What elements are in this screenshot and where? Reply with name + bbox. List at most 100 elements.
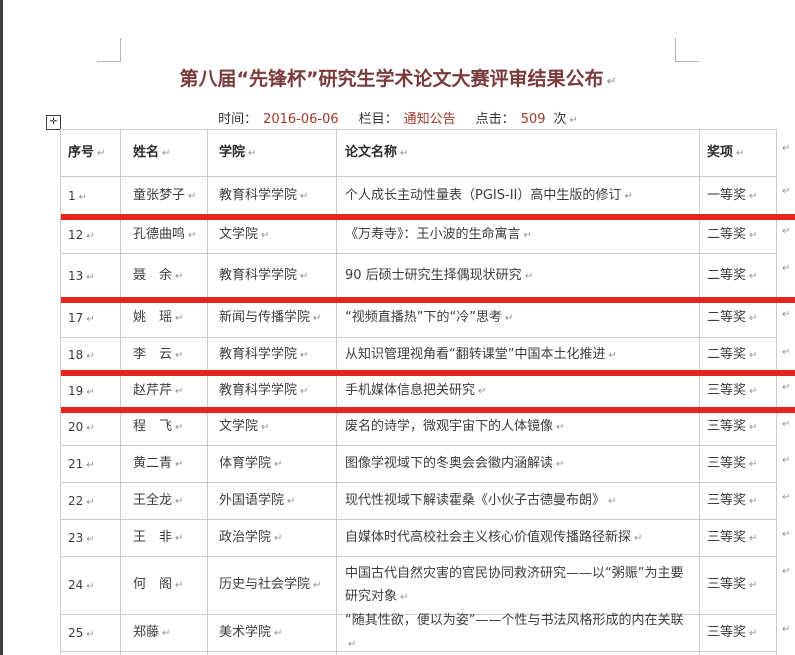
cell-college[interactable]: 美术学院↵ (208, 615, 337, 652)
cell-college[interactable]: 历史与社会学院↵ (208, 557, 337, 615)
table-row: 13↵ 聂 余↵ 教育科学学院↵ 90 后硕士研究生择偶现状研究↵二等奖↵ ↵ (61, 254, 777, 300)
cell-end-mark-icon: ↵ (261, 230, 269, 241)
cell-college[interactable]: 新闻与传播学院↵ (208, 300, 337, 338)
paragraph-mark-icon: ↵ (606, 74, 616, 88)
cell-header-title[interactable]: 论文名称↵ (337, 130, 700, 177)
cell-award[interactable]: 三等奖↵ (700, 446, 777, 483)
cell-name[interactable]: 郑藤↵ (121, 615, 208, 652)
cell-text: 王 非↵ (133, 527, 183, 550)
cell-college[interactable]: 文学院↵ (208, 217, 337, 254)
cell-header-college[interactable]: 学院↵ (208, 130, 337, 177)
cell-end-mark-icon: ↵ (248, 148, 256, 159)
cell-award[interactable]: 三等奖↵ (700, 615, 777, 652)
cell-name[interactable]: 黄二青↵ (121, 446, 208, 483)
cell-no[interactable]: 22↵ (61, 483, 121, 520)
cell-title[interactable]: 从知识管理视角看“翻转课堂”中国本土化推进↵ (337, 338, 700, 373)
cell-college[interactable]: 教育科学学院↵ (208, 373, 337, 410)
cell-end-mark-icon: ↵ (400, 148, 408, 159)
cell-header-name[interactable]: 姓名↵ (121, 130, 208, 177)
cell-award[interactable]: 二等奖↵ (700, 254, 777, 300)
cell-text: 二等奖↵ (707, 224, 757, 247)
cell-text: 废名的诗学，微观宇宙下的人体镜像↵ (345, 416, 564, 439)
cell-title[interactable]: 现代性视域下解读霍桑《小伙子古德曼布朗》↵ (337, 483, 700, 520)
cell-name[interactable]: 童张梦子↵ (121, 177, 208, 217)
cell-text: 三等奖↵ (707, 574, 757, 597)
cell-college[interactable]: 文学院↵ (208, 410, 337, 446)
cell-name[interactable]: 赵芹芹↵ (121, 373, 208, 410)
cell-title[interactable]: 废名的诗学，微观宇宙下的人体镜像↵ (337, 410, 700, 446)
cell-college[interactable]: 体育学院↵ (208, 446, 337, 483)
cell-end-mark-icon: ↵ (188, 230, 196, 241)
cell-no[interactable]: 24↵ (61, 557, 121, 615)
cell-no[interactable]: 20↵ (61, 410, 121, 446)
cell-title[interactable]: 手机媒体信息把关研究↵ (337, 373, 700, 410)
cell-end-mark-icon: ↵ (300, 191, 308, 202)
cell-end-mark-icon: ↵ (274, 459, 282, 470)
cell-header-no[interactable]: 序号↵ (61, 130, 121, 177)
cell-name[interactable]: 何 阁↵ (121, 557, 208, 615)
cell-title[interactable]: 中国古代自然灾害的官民协同救济研究——以“粥赈”为主要研究对象↵ (337, 557, 700, 615)
cell-award[interactable]: 三等奖↵ (700, 557, 777, 615)
cell-end-mark-icon: ↵ (749, 230, 757, 241)
page-left-edge (0, 0, 3, 655)
cell-text: 教育科学学院↵ (219, 265, 308, 288)
meta-clicks-unit: 次 (554, 112, 567, 127)
cell-college[interactable]: 教育科学学院↵ (208, 254, 337, 300)
cell-end-mark-icon: ↵ (634, 533, 642, 544)
cell-title[interactable]: “随其性欲，便以为姿”——个性与书法风格形成的内在关联↵ (337, 615, 700, 652)
cell-award[interactable]: 三等奖↵ (700, 410, 777, 446)
cell-end-mark-icon: ↵ (300, 386, 308, 397)
annotation-underline[interactable] (61, 370, 795, 376)
cell-award[interactable]: 三等奖↵ (700, 483, 777, 520)
cell-no[interactable]: 23↵ (61, 520, 121, 557)
cell-text: 聂 余↵ (133, 265, 183, 288)
annotation-underline[interactable] (61, 297, 795, 303)
table-move-handle[interactable]: ✛ (46, 115, 61, 130)
cell-award[interactable]: 二等奖↵ (700, 217, 777, 254)
cell-text: 1↵ (68, 186, 87, 207)
cell-award[interactable]: 二等奖↵ (700, 338, 777, 373)
cell-college[interactable]: 政治学院↵ (208, 520, 337, 557)
cell-college[interactable]: 外国语学院↵ (208, 483, 337, 520)
cell-name[interactable]: 程 飞↵ (121, 410, 208, 446)
table-row: 19↵赵芹芹↵ 教育科学学院↵ 手机媒体信息把关研究↵三等奖↵ ↵ (61, 373, 777, 410)
table-row: 25↵郑藤↵美术学院↵“随其性欲，便以为姿”——个性与书法风格形成的内在关联↵三… (61, 615, 777, 652)
cell-name[interactable]: 孔德曲鸣↵ (121, 217, 208, 254)
annotation-underline[interactable] (61, 214, 795, 220)
cell-title[interactable]: 图像学视域下的冬奥会会徽内涵解读↵ (337, 446, 700, 483)
meta-time-label: 时间： (218, 112, 257, 127)
cell-college[interactable]: 教育科学学院↵ (208, 177, 337, 217)
cell-title[interactable]: “视频直播热”下的“冷”思考↵ (337, 300, 700, 338)
cell-award[interactable]: 三等奖↵ (700, 373, 777, 410)
annotation-underline[interactable] (61, 407, 795, 413)
cell-end-mark-icon: ↵ (749, 350, 757, 361)
cell-no[interactable]: 19↵ (61, 373, 121, 410)
cell-text: 三等奖↵ (707, 416, 757, 439)
cell-end-mark-icon: ↵ (86, 460, 94, 471)
cell-award[interactable]: 一等奖↵ (700, 177, 777, 217)
cell-no[interactable]: 21↵ (61, 446, 121, 483)
cell-no[interactable]: 17↵ (61, 300, 121, 338)
cell-header-award[interactable]: 奖项↵ (700, 130, 777, 177)
cell-title[interactable]: 自媒体时代高校社会主义核心价值观传播路径新探↵ (337, 520, 700, 557)
cell-no[interactable]: 25↵ (61, 615, 121, 652)
cell-end-mark-icon: ↵ (175, 271, 183, 282)
cell-end-mark-icon: ↵ (175, 386, 183, 397)
cell-name[interactable]: 姚 瑶↵ (121, 300, 208, 338)
cell-college[interactable]: 教育科学学院↵ (208, 338, 337, 373)
cell-name[interactable]: 聂 余↵ (121, 254, 208, 300)
cell-name[interactable]: 王 非↵ (121, 520, 208, 557)
meta-category-value[interactable]: 通知公告 (404, 112, 456, 127)
cell-no[interactable]: 1↵ (61, 177, 121, 217)
cell-name[interactable]: 王全龙↵ (121, 483, 208, 520)
cell-title[interactable]: 个人成长主动性量表（PGIS-II）高中生版的修订↵ (337, 177, 700, 217)
cell-award[interactable]: 三等奖↵ (700, 520, 777, 557)
cell-name[interactable]: 李 云↵ (121, 338, 208, 373)
cell-no[interactable]: 18↵ (61, 338, 121, 373)
cell-no[interactable]: 12↵ (61, 217, 121, 254)
cell-text: 教育科学学院↵ (219, 380, 308, 403)
cell-title[interactable]: 《万寿寺》：王小波的生命寓言↵ (337, 217, 700, 254)
cell-title[interactable]: 90 后硕士研究生择偶现状研究↵ (337, 254, 700, 300)
cell-no[interactable]: 13↵ (61, 254, 121, 300)
cell-award[interactable]: 二等奖↵ (700, 300, 777, 338)
